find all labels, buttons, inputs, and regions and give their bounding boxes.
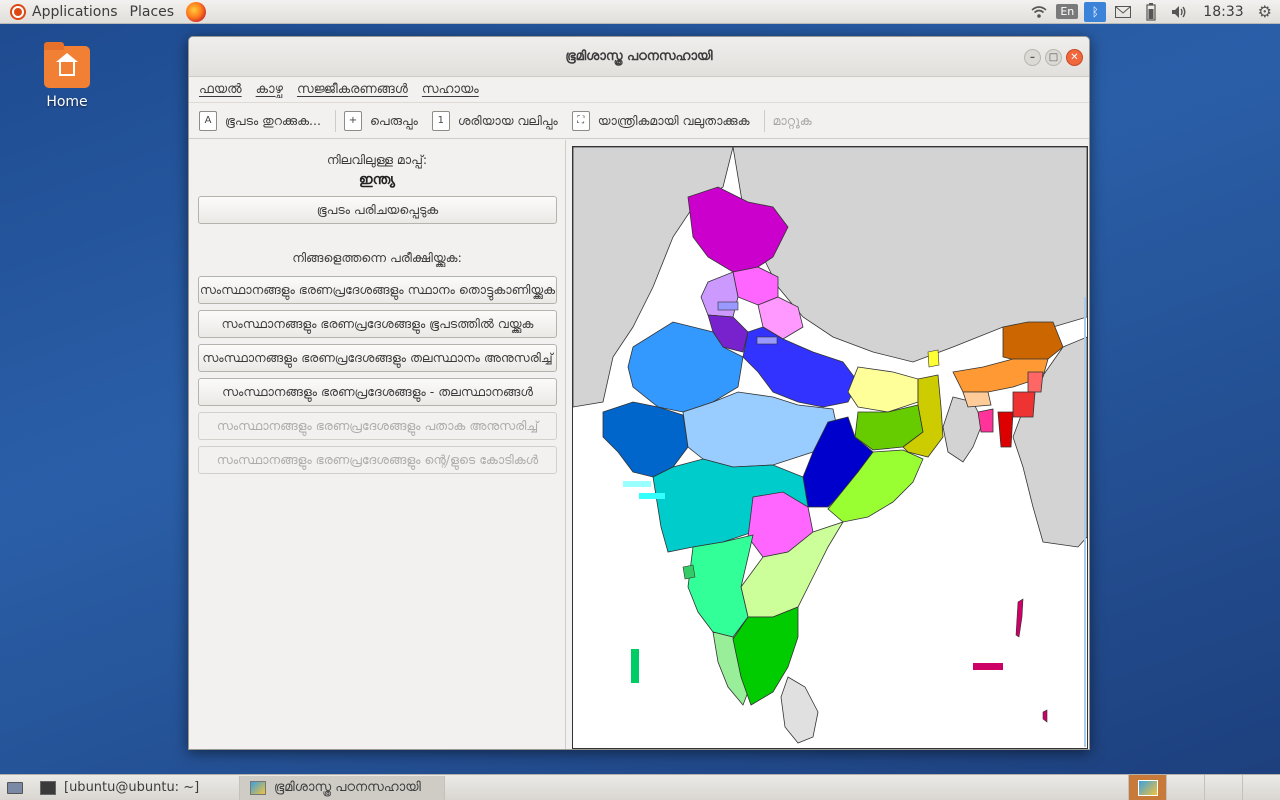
keyboard-layout-indicator[interactable]: En (1053, 0, 1081, 24)
zoom-button[interactable]: + പെരുപ്പം (343, 110, 426, 131)
state-mizoram[interactable] (997, 411, 1014, 448)
territory-andaman-nicobar[interactable] (1015, 598, 1048, 723)
state-manipur[interactable] (1012, 391, 1036, 418)
menu-settings[interactable]: സജ്ജീകരണങ്ങൾ (297, 82, 408, 97)
firefox-icon (186, 1, 207, 22)
map-pane (566, 140, 1089, 749)
applications-menu[interactable]: Applications (0, 0, 124, 24)
show-desktop-icon (7, 781, 23, 794)
quiz-flags-button[interactable]: സംസ്ഥാനങ്ങളും ഭരണപ്രദേശങ്ങളും പതാക അനുസര… (198, 412, 557, 440)
india-map[interactable] (572, 146, 1088, 749)
neighbor-bangladesh-region (942, 396, 984, 463)
taskbar-terminal-label: [ubuntu@ubuntu: ~] (64, 780, 200, 795)
kgeography-icon (250, 780, 266, 795)
workspace-switcher (1128, 774, 1280, 800)
taskbar-kgeography[interactable]: ഭൂമിശാസ്ത്ര പഠനസഹായി (240, 775, 445, 800)
show-desktop-button[interactable] (0, 775, 30, 800)
left-panel: നിലവിലുള്ള മാപ്പ്: ഇന്ത്യ ഭൂപടം പരിചയപ്പ… (189, 140, 566, 749)
auto-zoom-label: യാന്ത്രികമായി വലുതാക്കുക (597, 112, 750, 128)
quiz-click-divisions-button[interactable]: സംസ്ഥാനങ്ങളും ഭരണപ്രദേശങ്ങളും സ്ഥാനം തൊട… (198, 276, 557, 304)
clock[interactable]: 18:33 (1193, 4, 1257, 20)
bluetooth-icon[interactable]: ᛒ (1081, 0, 1109, 24)
move-button[interactable]: മാറ്റുക (773, 113, 820, 129)
auto-zoom-button[interactable]: ⛶ യാന്ത്രികമായി വലുതാക്കുക (571, 110, 758, 131)
maximize-button[interactable]: □ (1045, 49, 1062, 66)
workspace-2[interactable] (1166, 774, 1204, 800)
state-goa[interactable] (682, 564, 696, 580)
quiz-division-by-capital-button[interactable]: സംസ്ഥാനങ്ങളും ഭരണപ്രദേശങ്ങളും തലസ്ഥാനം അ… (198, 344, 557, 372)
quiz-place-divisions-button[interactable]: സംസ്ഥാനങ്ങളും ഭരണപ്രദേശങ്ങളും ഭൂപടത്തിൽ … (198, 310, 557, 338)
state-bihar[interactable] (847, 366, 919, 413)
territory-dadra-nagar-haveli[interactable] (639, 493, 665, 499)
minimize-button[interactable]: – (1024, 49, 1041, 66)
open-map-icon: A (199, 110, 217, 131)
territory-lakshadweep[interactable] (631, 649, 639, 683)
territory-chandigarh[interactable] (717, 301, 739, 311)
state-sikkim[interactable] (927, 349, 940, 368)
test-yourself-label: നിങ്ങളെത്തന്നെ പരീക്ഷിയ്ക്കുക: (292, 250, 462, 265)
menubar: ഫയൽ കാഴ്ച സജ്ജീകരണങ്ങൾ സഹായം (189, 77, 1089, 103)
window-title: ഭൂമിശാസ്ത്ര പഠനസഹായി (565, 49, 713, 64)
original-size-label: ശരിയായ വലിപ്പം (457, 112, 558, 128)
open-map-button[interactable]: A ഭൂപടം തുറക്കുക... (199, 110, 329, 131)
desktop-home-icon[interactable]: Home (38, 42, 96, 110)
menu-file[interactable]: ഫയൽ (199, 82, 242, 97)
bottom-taskbar: [ubuntu@ubuntu: ~] ഭൂമിശാസ്ത്ര പഠനസഹായി (0, 774, 1280, 800)
original-size-button[interactable]: 1 ശരിയായ വലിപ്പം (431, 110, 566, 131)
taskbar-kgeography-label: ഭൂമിശാസ്ത്ര പഠനസഹായി (274, 780, 421, 795)
territory-delhi[interactable] (756, 336, 778, 345)
home-folder-icon (44, 42, 90, 88)
quiz-capitals-button[interactable]: സംസ്ഥാനങ്ങളും ഭരണപ്രദേശങ്ങളും - തലസ്ഥാനങ… (198, 378, 557, 406)
kgeography-window: ഭൂമിശാസ്ത്ര പഠനസഹായി – □ ✕ ഫയൽ കാഴ്ച സജ്… (188, 36, 1090, 750)
quiz-division-flags-button[interactable]: സംസ്ഥാനങ്ങളും ഭരണപ്രദേശങ്ങളും ന്റെ/ളുടെ … (198, 446, 557, 474)
current-map-label: നിലവിലുള്ള മാപ്പ്: (326, 152, 428, 167)
system-menu-gear-icon[interactable]: ⚙ (1258, 2, 1280, 21)
zoom-label: പെരുപ്പം (369, 112, 418, 128)
state-nagaland[interactable] (1027, 371, 1044, 393)
neighbor-srilanka-region (780, 676, 819, 744)
top-panel: Applications Places En ᛒ 18:33 ⚙ (0, 0, 1280, 24)
state-gujarat[interactable] (602, 401, 689, 478)
state-tripura[interactable] (977, 408, 994, 433)
state-arunachal[interactable] (1002, 321, 1064, 363)
workspace-4[interactable] (1242, 774, 1280, 800)
ubuntu-logo-icon (10, 3, 26, 20)
close-button[interactable]: ✕ (1066, 49, 1083, 66)
battery-icon[interactable] (1137, 0, 1165, 24)
taskbar-terminal[interactable]: [ubuntu@ubuntu: ~] (30, 775, 240, 800)
volume-icon[interactable] (1165, 0, 1193, 24)
window-titlebar[interactable]: ഭൂമിശാസ്ത്ര പഠനസഹായി – □ ✕ (189, 37, 1089, 77)
zoom-in-icon: + (343, 110, 362, 131)
move-label: മാറ്റുക (772, 112, 812, 128)
territory-puducherry[interactable] (973, 663, 1003, 670)
open-map-label: ഭൂപടം തുറക്കുക... (225, 112, 321, 128)
current-map-name: ഇന്ത്യ (358, 172, 396, 188)
network-icon[interactable] (1025, 0, 1053, 24)
desktop-home-label: Home (46, 94, 88, 110)
terminal-icon (40, 780, 56, 795)
auto-zoom-icon: ⛶ (571, 110, 590, 131)
workspace-3[interactable] (1204, 774, 1242, 800)
india-map-svg[interactable] (573, 147, 1087, 748)
original-size-icon: 1 (431, 110, 450, 131)
menu-help[interactable]: സഹായം (422, 82, 479, 97)
workspace-1[interactable] (1128, 774, 1166, 800)
mail-icon[interactable] (1109, 0, 1137, 24)
toolbar: A ഭൂപടം തുറക്കുക... + പെരുപ്പം 1 ശരിയായ … (189, 103, 1089, 139)
applications-label: Applications (32, 3, 118, 20)
territory-daman-diu[interactable] (623, 481, 651, 487)
menu-view[interactable]: കാഴ്ച (256, 82, 283, 97)
firefox-launcher[interactable] (180, 0, 212, 24)
state-meghalaya[interactable] (962, 391, 992, 408)
browse-map-button[interactable]: ഭൂപടം പരിചയപ്പെടുക (198, 196, 557, 224)
places-menu[interactable]: Places (124, 0, 181, 24)
